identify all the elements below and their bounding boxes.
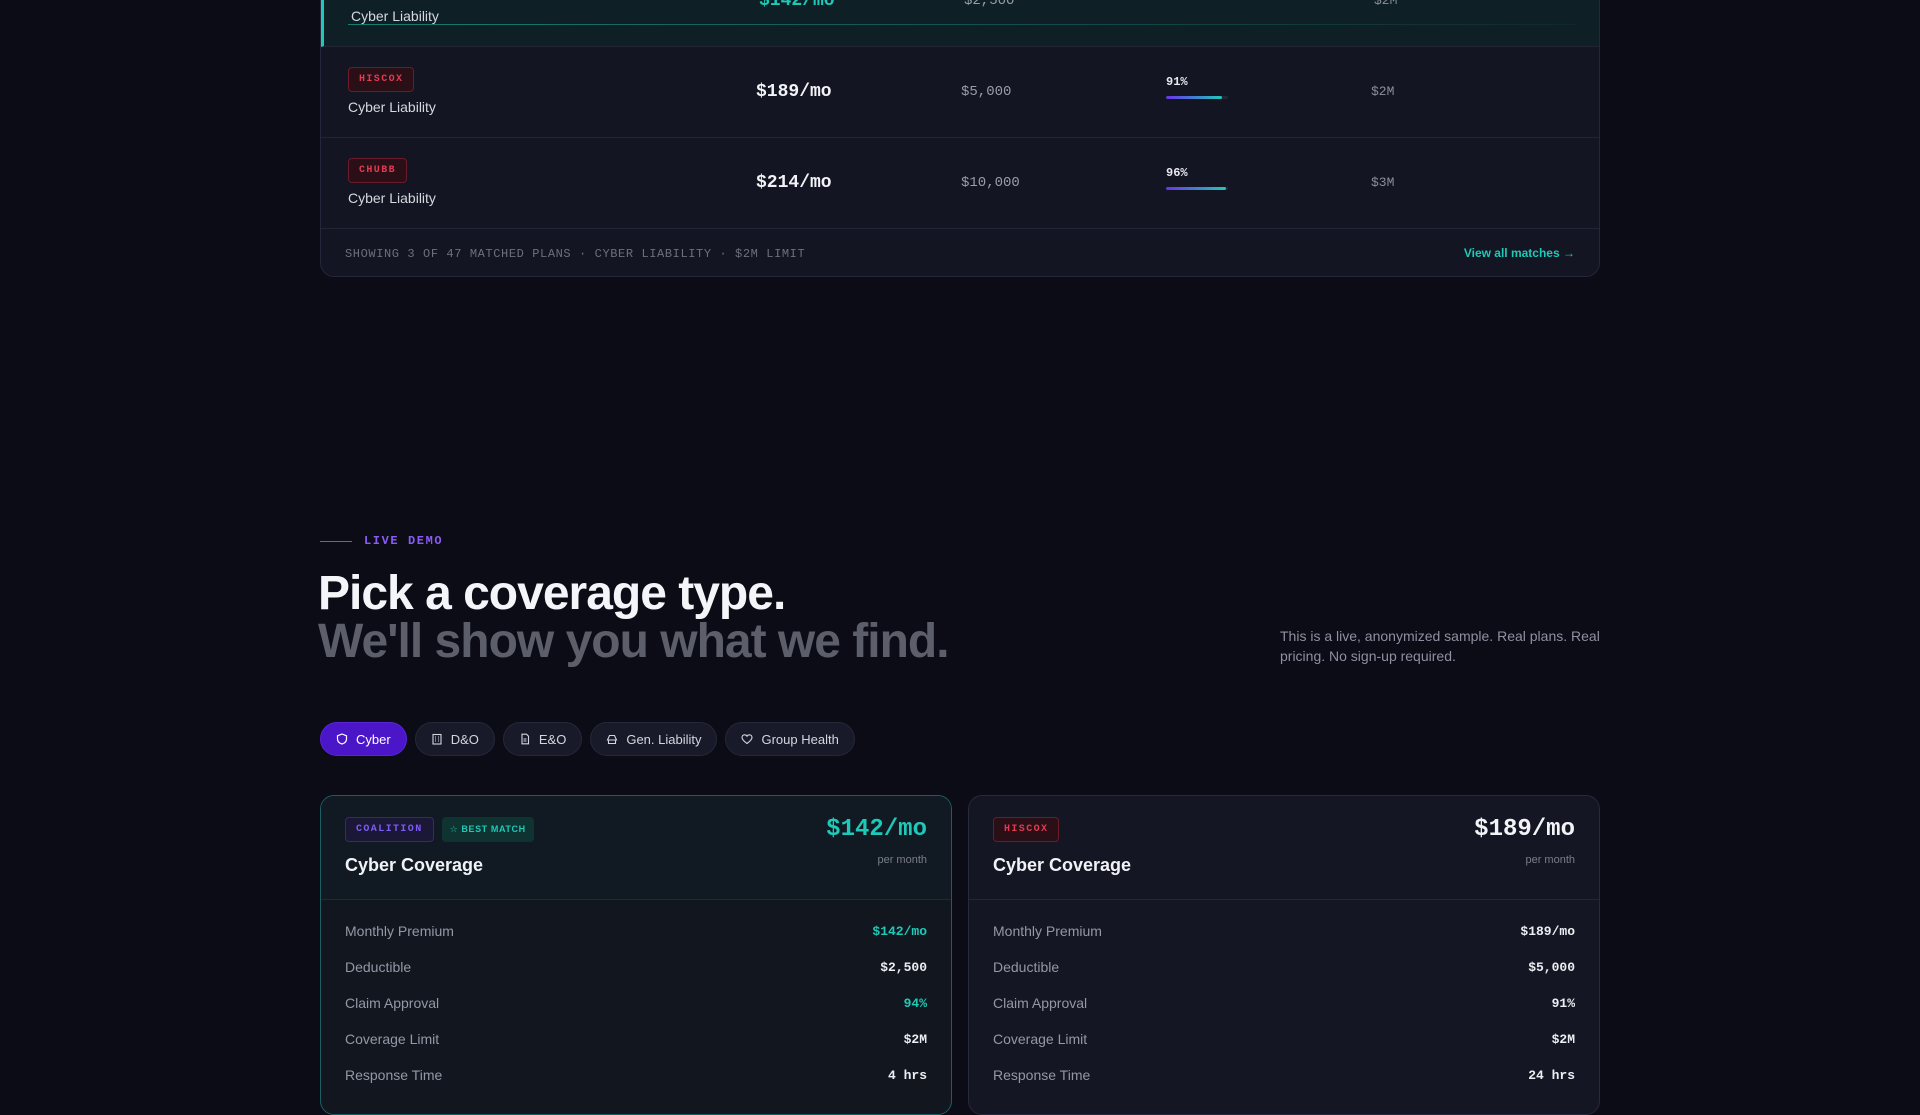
- plan-badges: HISCOX: [993, 817, 1060, 842]
- spec-value: $2,500: [880, 959, 927, 975]
- carrier-badge: CHUBB: [348, 158, 408, 183]
- spec-value: $5,000: [1528, 959, 1575, 975]
- plan-card-header: HISCOX Cyber Coverage $189/mo per month: [969, 796, 1599, 900]
- approval-meter: 91%: [1166, 75, 1228, 99]
- tab-group-health[interactable]: Group Health: [725, 722, 855, 756]
- tab-label: Group Health: [761, 731, 839, 747]
- approval-percent: 96%: [1166, 166, 1188, 180]
- plan-price: $142/mo: [826, 816, 927, 843]
- plan-card[interactable]: HISCOX Cyber Coverage $189/mo per month …: [968, 795, 1600, 1115]
- spec-value: 94%: [903, 995, 927, 1011]
- umbrella-icon: [606, 734, 618, 745]
- spec-label: Response Time: [993, 1067, 1091, 1083]
- table-footer: SHOWING 3 OF 47 MATCHED PLANS · CYBER LI…: [321, 230, 1599, 276]
- coverage-type-tabs: Cyber D&O E&O Gen. Liability Group Healt…: [320, 722, 855, 756]
- section-note: This is a live, anonymized sample. Real …: [1280, 628, 1600, 664]
- tab-cyber[interactable]: Cyber: [320, 722, 407, 756]
- premium-value: $214/mo: [756, 173, 832, 193]
- approval-meter: 96%: [1166, 166, 1228, 190]
- section-eyebrow: LIVE DEMO: [320, 534, 443, 548]
- plan-name: Cyber Liability: [348, 99, 436, 115]
- spec-row: Coverage Limit $2M: [993, 1021, 1575, 1057]
- spec-row: Monthly Premium $189/mo: [993, 913, 1575, 949]
- spec-label: Monthly Premium: [345, 923, 454, 939]
- coverage-limit-value: $3M: [1371, 175, 1395, 190]
- tab-label: Gen. Liability: [626, 731, 702, 747]
- shield-icon: [336, 733, 348, 745]
- spec-row: Claim Approval 94%: [345, 985, 927, 1021]
- premium-value: $142/mo: [759, 0, 835, 11]
- coverage-limit-value: $2M: [1371, 84, 1395, 99]
- spec-row: Claim Approval 91%: [993, 985, 1575, 1021]
- spec-value: 4 hrs: [887, 1067, 927, 1083]
- deductible-value: $10,000: [961, 175, 1020, 191]
- approval-bar: [1166, 96, 1228, 99]
- spec-label: Response Time: [345, 1067, 443, 1083]
- section-heading: Pick a coverage type.: [318, 567, 786, 620]
- spec-label: Coverage Limit: [993, 1031, 1088, 1047]
- eyebrow-rule: [320, 540, 352, 542]
- spec-row: Coverage Limit $2M: [345, 1021, 927, 1057]
- coverage-limit-value: $2M: [1374, 0, 1398, 8]
- price-period: per month: [877, 854, 927, 866]
- spec-label: Deductible: [345, 959, 412, 975]
- spec-value: 91%: [1551, 995, 1575, 1011]
- view-all-matches-link[interactable]: View all matches →: [1464, 246, 1575, 260]
- plan-card-header: COALITION ☆ BEST MATCH Cyber Coverage $1…: [321, 796, 951, 900]
- spec-row: Response Time 24 hrs: [993, 1057, 1575, 1093]
- spec-row: Deductible $5,000: [993, 949, 1575, 985]
- building-icon: [432, 733, 442, 745]
- plan-price: $189/mo: [1474, 816, 1575, 843]
- deductible-value: $5,000: [961, 84, 1012, 100]
- deductible-value: $2,500: [964, 0, 1015, 9]
- approval-bar: [1166, 187, 1228, 190]
- spec-value: $2M: [1551, 1031, 1575, 1047]
- eyebrow-label: LIVE DEMO: [364, 534, 444, 548]
- table-row[interactable]: Cyber Liability $142/mo $2,500 $2M: [321, 0, 1599, 47]
- matches-summary: SHOWING 3 OF 47 MATCHED PLANS · CYBER LI…: [345, 247, 806, 261]
- section-subheading: We'll show you what we find.: [318, 615, 950, 668]
- spec-row: Monthly Premium $142/mo: [345, 913, 927, 949]
- spec-value: $142/mo: [872, 923, 927, 939]
- tab-label: Cyber: [356, 731, 391, 747]
- spec-label: Deductible: [993, 959, 1060, 975]
- spec-value: $2M: [903, 1031, 927, 1047]
- carrier-badge: HISCOX: [348, 67, 415, 92]
- spec-label: Monthly Premium: [993, 923, 1102, 939]
- plan-card[interactable]: COALITION ☆ BEST MATCH Cyber Coverage $1…: [320, 795, 952, 1115]
- spec-row: Response Time 4 hrs: [345, 1057, 927, 1093]
- tab-d-and-o[interactable]: D&O: [414, 722, 495, 756]
- spec-value: $189/mo: [1520, 923, 1575, 939]
- spec-row: Deductible $2,500: [345, 949, 927, 985]
- premium-value: $189/mo: [756, 82, 832, 102]
- spec-label: Claim Approval: [345, 995, 440, 1011]
- tab-label: D&O: [450, 731, 479, 747]
- best-match-badge: ☆ BEST MATCH: [441, 817, 534, 842]
- approval-bar-fill: [1166, 187, 1226, 190]
- tab-label: E&O: [538, 731, 567, 747]
- plan-name: Cyber Liability: [348, 190, 436, 206]
- document-icon: [521, 733, 529, 745]
- spec-label: Coverage Limit: [345, 1031, 440, 1047]
- heart-icon: [741, 734, 754, 745]
- tab-general-liability[interactable]: Gen. Liability: [590, 722, 718, 756]
- spec-label: Claim Approval: [993, 995, 1088, 1011]
- table-row[interactable]: HISCOX Cyber Liability $189/mo $5,000 91…: [321, 47, 1599, 138]
- plan-comparison-table: Cyber Liability $142/mo $2,500 $2M HISCO…: [320, 0, 1600, 277]
- plan-title: Cyber Coverage: [345, 855, 484, 875]
- carrier-badge: COALITION: [345, 817, 434, 842]
- plan-badges: COALITION ☆ BEST MATCH: [345, 817, 534, 842]
- tab-e-and-o[interactable]: E&O: [502, 722, 583, 756]
- spec-value: 24 hrs: [1528, 1067, 1575, 1083]
- approval-percent: 91%: [1166, 75, 1188, 89]
- approval-bar-fill: [1166, 96, 1223, 99]
- carrier-badge: HISCOX: [993, 817, 1060, 842]
- price-period: per month: [1525, 854, 1575, 866]
- plan-title: Cyber Coverage: [993, 855, 1132, 875]
- table-row[interactable]: CHUBB Cyber Liability $214/mo $10,000 96…: [321, 138, 1599, 229]
- plan-name: Cyber Liability: [351, 8, 439, 24]
